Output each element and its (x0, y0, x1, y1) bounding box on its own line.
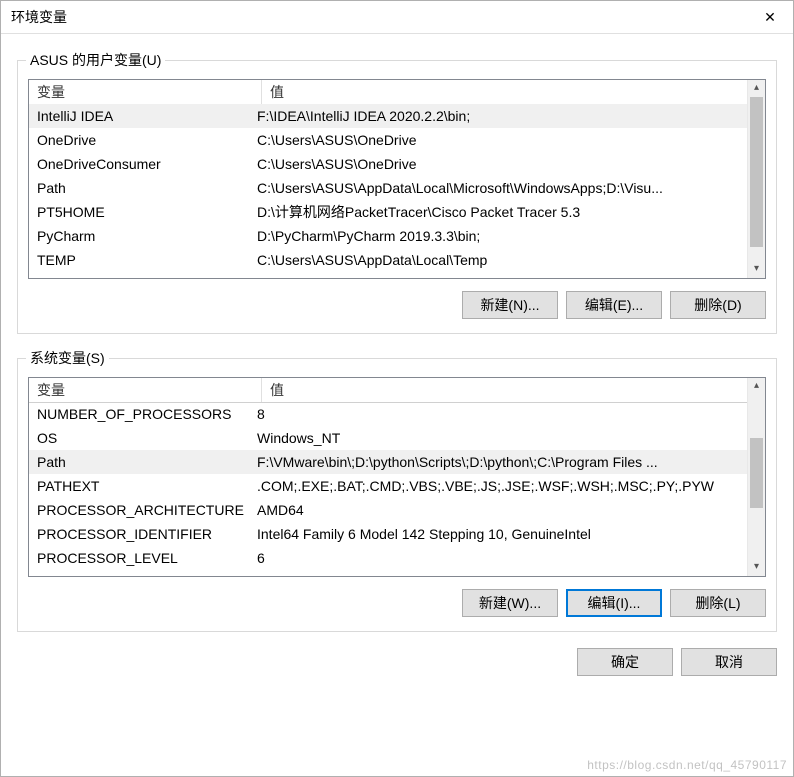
user-vars-group: ASUS 的用户变量(U) 变量 值 IntelliJ IDEAF:\IDEA\… (17, 60, 777, 334)
scroll-down-icon[interactable]: ▾ (748, 559, 765, 576)
var-name: Path (29, 176, 253, 200)
table-row[interactable]: NUMBER_OF_PROCESSORS8 (29, 402, 748, 426)
table-row[interactable]: PathC:\Users\ASUS\AppData\Local\Microsof… (29, 176, 748, 200)
var-name: PROCESSOR_ARCHITECTURE (29, 498, 253, 522)
col-value[interactable]: 值 (262, 378, 765, 402)
ok-button[interactable]: 确定 (577, 648, 673, 676)
var-name: PROCESSOR_IDENTIFIER (29, 522, 253, 546)
table-row[interactable]: OSWindows_NT (29, 426, 748, 450)
list-header: 变量 值 (29, 80, 765, 105)
col-variable[interactable]: 变量 (29, 378, 262, 402)
watermark: https://blog.csdn.net/qq_45790117 (587, 758, 787, 772)
var-name: OneDriveConsumer (29, 152, 253, 176)
var-value: D:\PyCharm\PyCharm 2019.3.3\bin; (253, 224, 748, 248)
scroll-up-icon[interactable]: ▴ (748, 378, 765, 395)
var-name: TMP (29, 272, 253, 278)
system-vars-list[interactable]: 变量 值 NUMBER_OF_PROCESSORS8OSWindows_NTPa… (28, 377, 766, 577)
table-row[interactable]: TMPC:\Users\ASUS\AppData\Local\Temp (29, 272, 748, 278)
user-new-button[interactable]: 新建(N)... (462, 291, 558, 319)
system-vars-group: 系统变量(S) 变量 值 NUMBER_OF_PROCESSORS8OSWind… (17, 358, 777, 632)
var-name: OneDrive (29, 128, 253, 152)
table-row[interactable]: PT5HOMED:\计算机网络PacketTracer\Cisco Packet… (29, 200, 748, 224)
user-delete-button[interactable]: 删除(D) (670, 291, 766, 319)
scrollbar[interactable]: ▴ ▾ (747, 80, 765, 278)
table-row[interactable]: PROCESSOR_ARCHITECTUREAMD64 (29, 498, 748, 522)
table-row[interactable]: TEMPC:\Users\ASUS\AppData\Local\Temp (29, 248, 748, 272)
var-value: .COM;.EXE;.BAT;.CMD;.VBS;.VBE;.JS;.JSE;.… (253, 474, 748, 498)
user-vars-list[interactable]: 变量 值 IntelliJ IDEAF:\IDEA\IntelliJ IDEA … (28, 79, 766, 279)
var-value: 8e0a (253, 570, 748, 576)
scroll-thumb[interactable] (750, 438, 763, 508)
col-value[interactable]: 值 (262, 80, 765, 104)
cancel-button[interactable]: 取消 (681, 648, 777, 676)
window-title: 环境变量 (11, 9, 67, 25)
user-edit-button[interactable]: 编辑(E)... (566, 291, 662, 319)
var-name: PROCESSOR_LEVEL (29, 546, 253, 570)
var-value: F:\IDEA\IntelliJ IDEA 2020.2.2\bin; (253, 104, 748, 128)
env-vars-dialog: 环境变量 ✕ ASUS 的用户变量(U) 变量 值 IntelliJ IDEAF… (0, 0, 794, 777)
table-row[interactable]: IntelliJ IDEAF:\IDEA\IntelliJ IDEA 2020.… (29, 104, 748, 128)
var-value: D:\计算机网络PacketTracer\Cisco Packet Tracer… (253, 200, 748, 224)
var-value: C:\Users\ASUS\OneDrive (253, 128, 748, 152)
var-name: OS (29, 426, 253, 450)
var-name: PROCESSOR_REVISION (29, 570, 253, 576)
var-value: Intel64 Family 6 Model 142 Stepping 10, … (253, 522, 748, 546)
user-vars-legend: ASUS 的用户变量(U) (26, 50, 165, 70)
system-delete-button[interactable]: 删除(L) (670, 589, 766, 617)
var-name: Path (29, 450, 253, 474)
system-new-button[interactable]: 新建(W)... (462, 589, 558, 617)
close-icon[interactable]: ✕ (747, 1, 793, 33)
system-edit-button[interactable]: 编辑(I)... (566, 589, 662, 617)
var-value: C:\Users\ASUS\AppData\Local\Temp (253, 272, 748, 278)
titlebar: 环境变量 ✕ (1, 1, 793, 34)
table-row[interactable]: OneDriveConsumerC:\Users\ASUS\OneDrive (29, 152, 748, 176)
table-row[interactable]: PyCharmD:\PyCharm\PyCharm 2019.3.3\bin; (29, 224, 748, 248)
scroll-up-icon[interactable]: ▴ (748, 80, 765, 97)
list-body: NUMBER_OF_PROCESSORS8OSWindows_NTPathF:\… (29, 402, 748, 576)
scroll-thumb[interactable] (750, 97, 763, 247)
var-value: AMD64 (253, 498, 748, 522)
system-buttons: 新建(W)... 编辑(I)... 删除(L) (28, 589, 766, 617)
table-row[interactable]: PROCESSOR_LEVEL6 (29, 546, 748, 570)
var-name: IntelliJ IDEA (29, 104, 253, 128)
var-value: 8 (253, 402, 748, 426)
dialog-content: ASUS 的用户变量(U) 变量 值 IntelliJ IDEAF:\IDEA\… (1, 34, 793, 632)
var-name: TEMP (29, 248, 253, 272)
var-value: C:\Users\ASUS\AppData\Local\Microsoft\Wi… (253, 176, 748, 200)
dialog-footer: 确定 取消 (1, 632, 793, 676)
var-value: 6 (253, 546, 748, 570)
var-value: C:\Users\ASUS\AppData\Local\Temp (253, 248, 748, 272)
var-name: PT5HOME (29, 200, 253, 224)
var-value: F:\VMware\bin\;D:\python\Scripts\;D:\pyt… (253, 450, 748, 474)
var-name: PATHEXT (29, 474, 253, 498)
table-row[interactable]: PROCESSOR_REVISION8e0a (29, 570, 748, 576)
user-buttons: 新建(N)... 编辑(E)... 删除(D) (28, 291, 766, 319)
var-value: C:\Users\ASUS\OneDrive (253, 152, 748, 176)
var-name: NUMBER_OF_PROCESSORS (29, 402, 253, 426)
scroll-down-icon[interactable]: ▾ (748, 261, 765, 278)
table-row[interactable]: OneDriveC:\Users\ASUS\OneDrive (29, 128, 748, 152)
table-row[interactable]: PROCESSOR_IDENTIFIERIntel64 Family 6 Mod… (29, 522, 748, 546)
table-row[interactable]: PATHEXT.COM;.EXE;.BAT;.CMD;.VBS;.VBE;.JS… (29, 474, 748, 498)
col-variable[interactable]: 变量 (29, 80, 262, 104)
var-value: Windows_NT (253, 426, 748, 450)
list-header: 变量 值 (29, 378, 765, 403)
list-body: IntelliJ IDEAF:\IDEA\IntelliJ IDEA 2020.… (29, 104, 748, 278)
var-name: PyCharm (29, 224, 253, 248)
table-row[interactable]: PathF:\VMware\bin\;D:\python\Scripts\;D:… (29, 450, 748, 474)
system-vars-legend: 系统变量(S) (26, 348, 109, 368)
scrollbar[interactable]: ▴ ▾ (747, 378, 765, 576)
